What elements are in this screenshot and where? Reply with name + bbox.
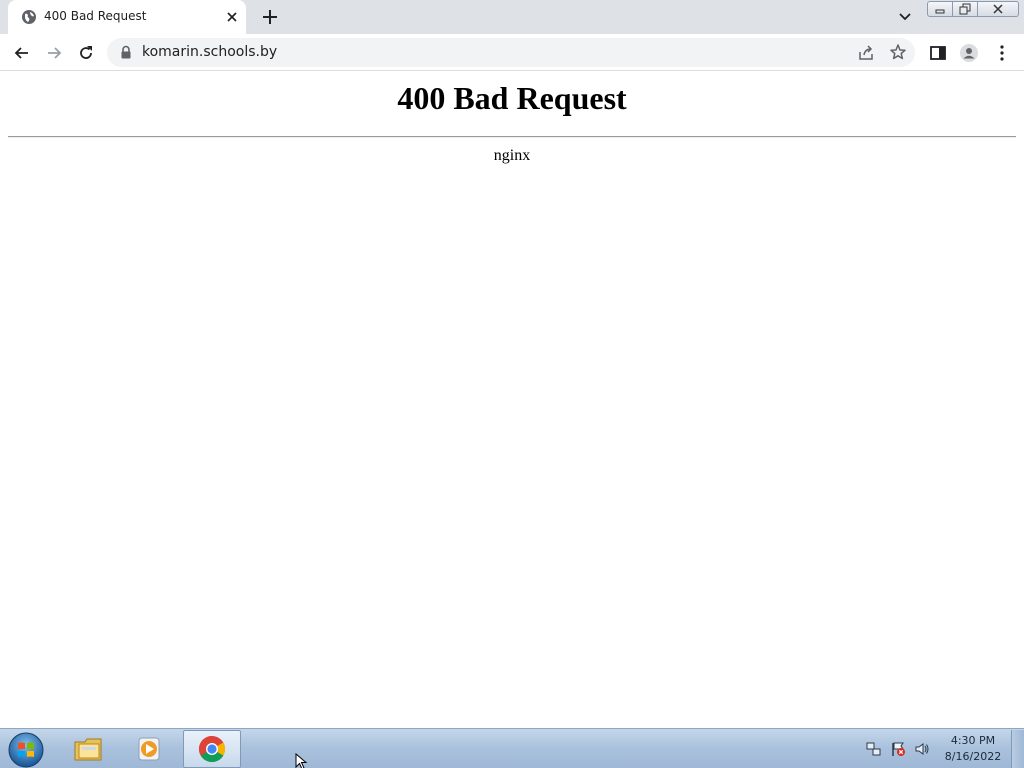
side-panel-icon[interactable] — [928, 43, 948, 63]
clock-time: 4:30 PM — [950, 734, 996, 747]
file-explorer-icon — [74, 738, 102, 761]
clock-date: 8/16/2022 — [944, 750, 1002, 763]
url-text[interactable]: komarin.schools.by — [142, 44, 277, 60]
network-icon[interactable] — [866, 741, 882, 757]
close-icon — [993, 4, 1003, 14]
browser-toolbar: komarin.schools.by — [0, 34, 1024, 71]
restore-button[interactable] — [953, 1, 978, 17]
address-bar[interactable]: komarin.schools.by — [107, 38, 915, 67]
windows-start-icon[interactable] — [7, 731, 45, 768]
page-content: 400 Bad Request nginx — [0, 72, 1024, 728]
reload-icon[interactable] — [76, 43, 96, 63]
tab-strip: 400 Bad Request — [0, 0, 1024, 34]
taskbar: 4:30 PM 8/16/2022 — [0, 728, 1024, 768]
horizontal-rule — [8, 136, 1016, 138]
minimize-button[interactable] — [927, 1, 953, 17]
taskbar-media-player[interactable] — [120, 730, 178, 768]
taskbar-chrome[interactable] — [183, 730, 241, 768]
share-icon[interactable] — [857, 44, 875, 62]
profile-icon[interactable] — [959, 43, 979, 63]
plus-icon[interactable] — [260, 7, 280, 27]
action-center-flag-icon[interactable] — [890, 741, 906, 757]
lock-icon[interactable] — [120, 45, 132, 60]
minimize-icon — [935, 9, 945, 14]
globe-icon — [22, 10, 36, 24]
volume-icon[interactable] — [914, 741, 930, 757]
show-desktop-button[interactable] — [1011, 730, 1024, 768]
tab-title: 400 Bad Request — [44, 9, 147, 23]
arrow-right-icon[interactable] — [44, 43, 64, 63]
media-player-icon — [138, 737, 160, 761]
maximize-icon — [959, 3, 971, 15]
kebab-menu-icon[interactable] — [992, 43, 1012, 63]
server-signature: nginx — [493, 147, 531, 164]
arrow-left-icon[interactable] — [12, 43, 32, 63]
page-heading: 400 Bad Request — [397, 80, 627, 116]
browser-tab[interactable]: 400 Bad Request — [8, 0, 246, 34]
close-tab-icon[interactable] — [224, 9, 240, 25]
taskbar-file-explorer[interactable] — [60, 730, 118, 768]
close-window-button[interactable] — [978, 1, 1019, 17]
chevron-down-icon[interactable] — [896, 9, 914, 25]
system-clock[interactable]: 4:30 PM 8/16/2022 — [940, 733, 1006, 765]
chrome-icon — [198, 735, 226, 763]
mouse-cursor-icon — [295, 753, 308, 768]
star-icon[interactable] — [889, 43, 907, 61]
